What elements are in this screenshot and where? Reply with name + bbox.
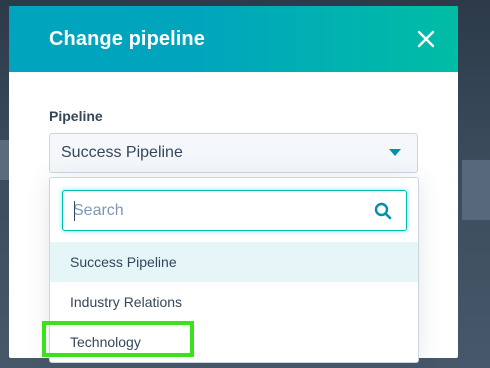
search-input[interactable] <box>73 201 374 220</box>
close-button[interactable] <box>414 27 438 51</box>
text-cursor <box>74 201 75 221</box>
option-success-pipeline[interactable]: Success Pipeline <box>50 242 418 282</box>
annotation-highlight-box <box>42 321 194 357</box>
search-icon[interactable] <box>374 202 392 220</box>
caret-down-icon <box>389 149 401 156</box>
search-field[interactable] <box>62 190 407 231</box>
modal-title: Change pipeline <box>49 27 205 50</box>
modal-header: Change pipeline <box>9 6 458 72</box>
pipeline-select[interactable]: Success Pipeline <box>49 133 418 173</box>
option-industry-relations[interactable]: Industry Relations <box>50 282 418 322</box>
close-icon <box>417 30 435 48</box>
selected-pipeline: Success Pipeline <box>61 144 183 161</box>
background-element <box>462 160 490 220</box>
pipeline-label: Pipeline <box>49 108 103 124</box>
